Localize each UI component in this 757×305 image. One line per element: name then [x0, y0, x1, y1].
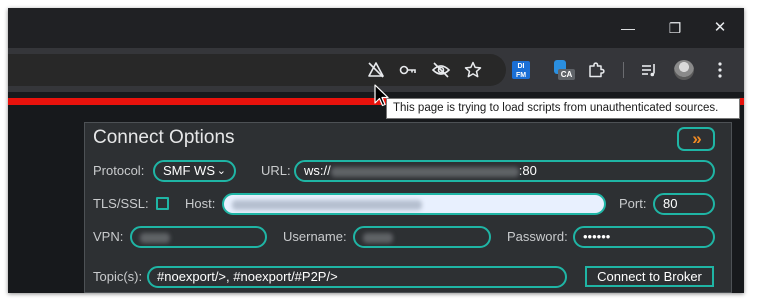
panel-divider	[93, 292, 725, 293]
username-redacted	[363, 232, 393, 243]
bookmark-star-icon[interactable]	[461, 58, 485, 82]
username-input[interactable]	[353, 226, 491, 248]
tls-checkbox[interactable]	[156, 197, 169, 210]
url-prefix: ws://	[304, 163, 331, 178]
vpn-redacted	[140, 232, 170, 243]
page-content: Connect Options » Protocol: SMF WS ⌄ URL…	[8, 92, 744, 293]
title-bar: — ❐ ✕	[8, 8, 744, 48]
ca-extension-wrap: CA	[552, 59, 575, 81]
toolbar-separator	[623, 62, 624, 78]
protocol-label: Protocol:	[93, 163, 145, 178]
insecure-content-icon[interactable]	[364, 58, 388, 82]
host-label: Host:	[185, 196, 216, 211]
topics-value: #noexport/>, #noexport/#P2P/>	[157, 269, 338, 284]
connect-options-panel: Connect Options » Protocol: SMF WS ⌄ URL…	[84, 122, 732, 293]
host-redacted	[232, 199, 422, 210]
di-fm-badge: DI FM	[512, 61, 530, 79]
close-window-button[interactable]: ✕	[711, 20, 729, 36]
minimize-button[interactable]: —	[619, 20, 637, 36]
port-label: Port:	[619, 196, 647, 211]
insecure-content-svg	[368, 62, 384, 78]
profile-avatar-icon[interactable]	[672, 58, 696, 82]
media-svg	[642, 64, 655, 77]
eye-off-icon[interactable]	[429, 58, 453, 82]
username-label: Username:	[283, 229, 347, 244]
mouse-cursor-icon	[374, 84, 389, 107]
vpn-input[interactable]	[130, 226, 267, 248]
restore-button[interactable]: ❐	[666, 20, 684, 36]
tls-label: TLS/SSL:	[93, 196, 149, 211]
password-value: ••••••	[583, 229, 611, 244]
protocol-select[interactable]: SMF WS ⌄	[153, 160, 236, 182]
host-input[interactable]	[222, 193, 606, 215]
key-svg	[399, 65, 416, 75]
password-key-icon[interactable]	[396, 58, 420, 82]
connect-to-broker-button[interactable]: Connect to Broker	[585, 266, 714, 287]
url-suffix: :80	[518, 163, 537, 178]
insecure-content-tooltip: This page is trying to load scripts from…	[386, 98, 740, 119]
vpn-label: VPN:	[93, 229, 124, 244]
protocol-value: SMF WS	[163, 163, 215, 178]
collapse-button[interactable]: »	[677, 127, 715, 151]
star-svg	[464, 61, 482, 78]
puzzle-svg	[589, 62, 605, 78]
dots-svg	[718, 62, 722, 78]
topics-label: Topic(s):	[93, 269, 143, 284]
topics-input[interactable]: #noexport/>, #noexport/#P2P/>	[147, 266, 567, 288]
menu-dots-icon[interactable]	[708, 58, 732, 82]
ca-badge: CA	[558, 69, 575, 80]
password-label: Password:	[507, 229, 568, 244]
media-controls-icon[interactable]	[637, 58, 661, 82]
ca-extension-icon[interactable]: CA	[551, 58, 575, 82]
url-input[interactable]: ws:// :80	[294, 160, 715, 182]
port-value: 80	[663, 196, 678, 211]
di-fm-extension-icon[interactable]: DI FM	[509, 58, 533, 82]
extensions-puzzle-icon[interactable]	[584, 58, 608, 82]
browser-window: — ❐ ✕ DI FM CA Connect Options » Protoco…	[8, 8, 744, 293]
url-redacted	[330, 166, 519, 177]
eye-off-svg	[431, 62, 451, 78]
password-input[interactable]: ••••••	[573, 226, 715, 248]
url-label: URL:	[261, 163, 291, 178]
panel-title: Connect Options	[93, 127, 235, 148]
port-input[interactable]: 80	[653, 193, 715, 215]
chevron-down-icon: ⌄	[216, 165, 226, 177]
avatar	[674, 60, 694, 80]
